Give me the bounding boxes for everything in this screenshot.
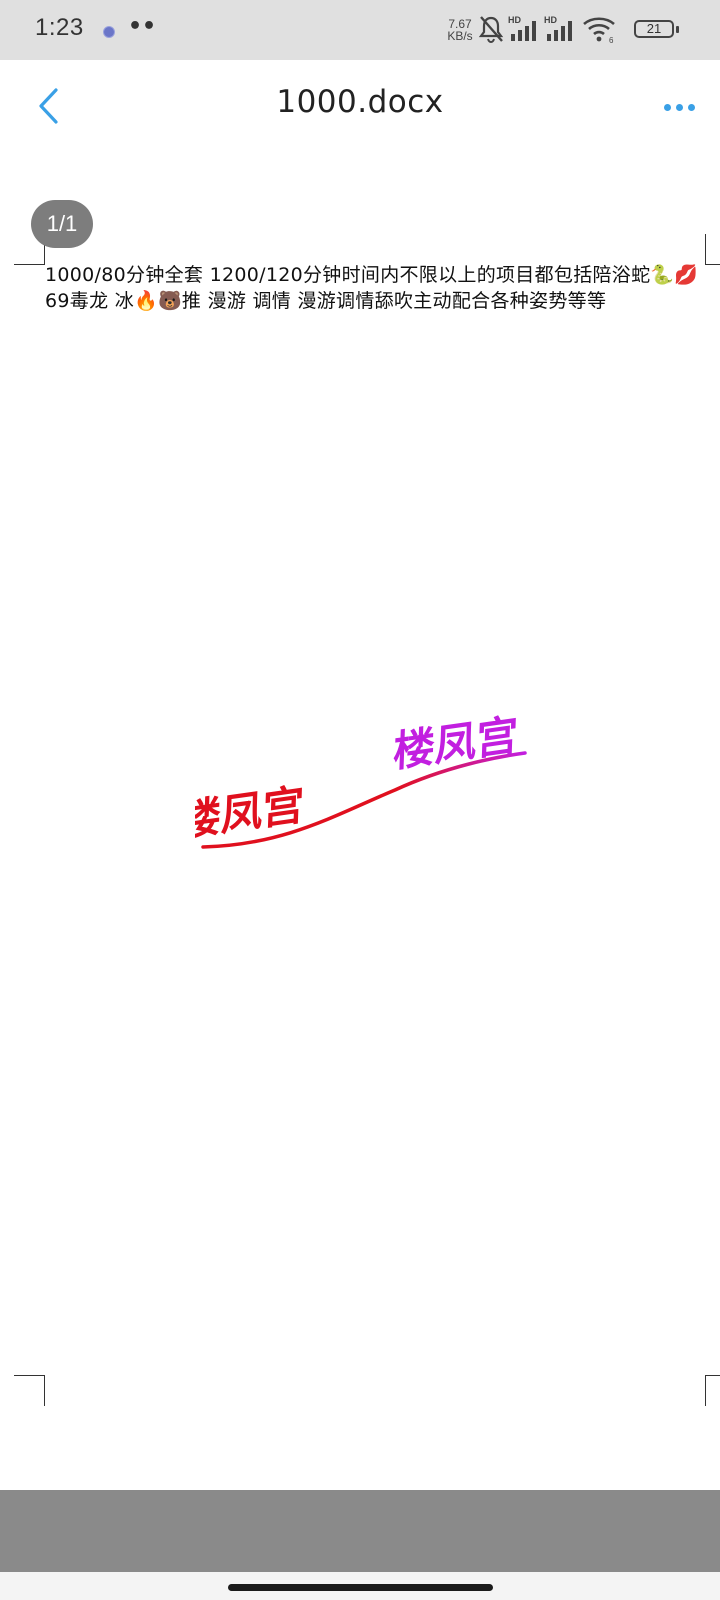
page-counter: 1/1: [31, 200, 93, 248]
battery-icon: 21: [634, 20, 674, 38]
status-time: 1:23: [35, 14, 84, 41]
logo-text-right: 楼凤宫: [392, 710, 518, 777]
document-toolbar: 1000.docx: [0, 60, 720, 150]
network-speed: 7.67 KB/s: [445, 18, 475, 42]
more-dots-icon: [664, 104, 671, 111]
status-bar: 1:23 •• 7.67 KB/s HD HD 6 21: [0, 0, 720, 60]
svg-text:HD: HD: [544, 15, 557, 25]
more-dot-2: [676, 104, 683, 111]
document-paragraph: 1000/80分钟全套 1200/120分钟时间内不限以上的项目都包括陪浴蛇🐍💋…: [45, 264, 699, 312]
logo-text-left: 楼凤宫: [195, 780, 305, 847]
battery-tip: [676, 26, 679, 33]
mute-bell-icon: [478, 16, 504, 44]
bottom-panel: [0, 1490, 720, 1572]
hd-signal-icon: HD: [508, 15, 536, 41]
back-button[interactable]: [30, 84, 70, 128]
more-options-button[interactable]: [664, 96, 704, 116]
more-dot-3: [688, 104, 695, 111]
wifi-icon: 6: [583, 17, 615, 44]
chevron-left-icon: [39, 88, 58, 124]
svg-text:HD: HD: [508, 15, 521, 25]
svg-text:6: 6: [609, 36, 614, 44]
crop-mark-bottom-right: [705, 1375, 720, 1406]
crop-mark-top-right: [705, 234, 720, 265]
document-title: 1000.docx: [276, 84, 444, 120]
home-gesture-bar[interactable]: [228, 1584, 493, 1591]
hd-signal-icon-2: HD: [544, 15, 572, 41]
crop-mark-bottom-left: [14, 1375, 45, 1406]
app-notification-icon: [103, 26, 115, 38]
network-speed-unit: KB/s: [447, 29, 473, 43]
notification-more-dots: ••: [128, 14, 157, 39]
logo-image: 楼凤宫 楼凤宫: [195, 710, 527, 849]
